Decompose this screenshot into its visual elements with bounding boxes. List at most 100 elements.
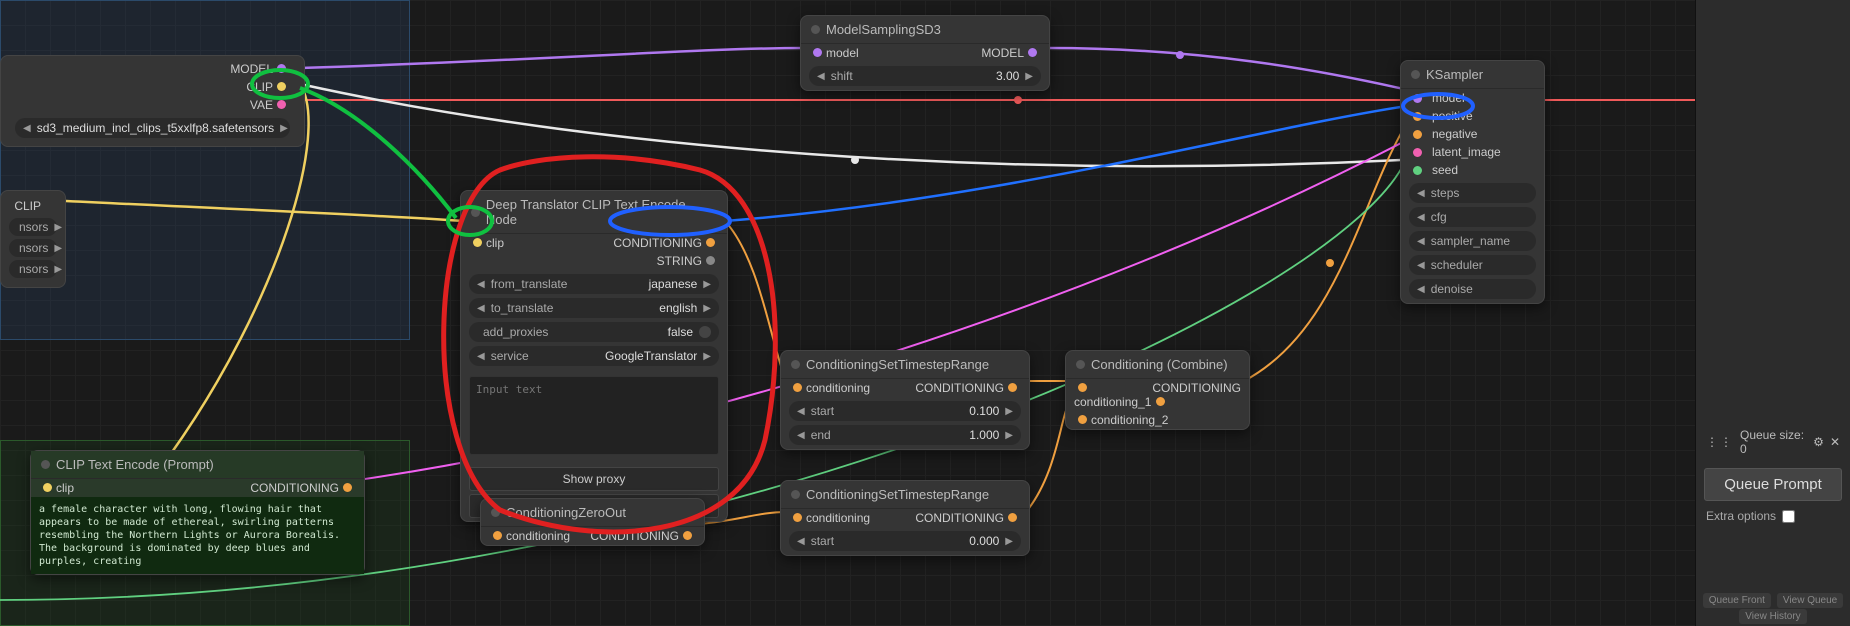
shift-widget[interactable]: ◀ shift 3.00 ▶ <box>809 66 1041 86</box>
port-model-out[interactable] <box>277 64 286 73</box>
clip-frag-w3[interactable]: nsors▶ <box>9 260 57 278</box>
chevron-left-icon[interactable]: ◀ <box>1417 260 1425 271</box>
to-translate-widget[interactable]: ◀ to_translate english ▶ <box>469 298 719 318</box>
port-positive-in[interactable] <box>1413 112 1422 121</box>
chevron-left-icon[interactable]: ◀ <box>1417 284 1425 295</box>
out-vae-label: VAE <box>250 98 273 112</box>
chevron-right-icon[interactable]: ▶ <box>703 279 711 290</box>
port-vae-out[interactable] <box>277 100 286 109</box>
node-title-label: Conditioning (Combine) <box>1091 357 1228 372</box>
sampler-name-widget[interactable]: ◀sampler_name <box>1409 231 1536 251</box>
collapse-icon[interactable] <box>811 25 820 34</box>
collapse-icon[interactable] <box>791 360 800 369</box>
chevron-left-icon[interactable]: ◀ <box>817 71 825 82</box>
port-conditioning-out[interactable] <box>1156 397 1165 406</box>
start-widget[interactable]: ◀ start 0.100 ▶ <box>789 401 1021 421</box>
chevron-left-icon[interactable]: ◀ <box>23 123 31 134</box>
steps-widget[interactable]: ◀steps <box>1409 183 1536 203</box>
service-widget[interactable]: ◀ service GoogleTranslator ▶ <box>469 346 719 366</box>
port-conditioning-out[interactable] <box>683 531 692 540</box>
node-ksampler[interactable]: KSampler model positive negative latent_… <box>1400 60 1545 304</box>
scheduler-widget[interactable]: ◀scheduler <box>1409 255 1536 275</box>
port-clip-in[interactable] <box>43 483 52 492</box>
collapse-icon[interactable] <box>1411 70 1420 79</box>
node-model-sampling-sd3[interactable]: ModelSamplingSD3 model MODEL ◀ shift 3.0… <box>800 15 1050 91</box>
chevron-left-icon[interactable]: ◀ <box>1417 188 1425 199</box>
chevron-right-icon[interactable]: ▶ <box>1025 71 1033 82</box>
toggle-off-icon[interactable] <box>699 326 711 338</box>
chevron-left-icon[interactable]: ◀ <box>477 351 485 362</box>
chevron-left-icon[interactable]: ◀ <box>1417 212 1425 223</box>
chevron-right-icon[interactable]: ▶ <box>703 303 711 314</box>
node-cond-set-timestep-range-1[interactable]: ConditioningSetTimestepRange conditionin… <box>780 350 1030 450</box>
port-conditioning-in[interactable] <box>493 531 502 540</box>
start-widget[interactable]: ◀ start 0.000 ▶ <box>789 531 1021 551</box>
chevron-right-icon[interactable]: ▶ <box>54 243 62 254</box>
chevron-right-icon[interactable]: ▶ <box>54 222 62 233</box>
port-clip-out[interactable] <box>277 82 286 91</box>
node-title-label: ConditioningSetTimestepRange <box>806 357 989 372</box>
chevron-right-icon[interactable]: ▶ <box>54 264 62 275</box>
extra-options-checkbox[interactable] <box>1782 510 1795 523</box>
port-conditioning1-in[interactable] <box>1078 383 1087 392</box>
port-negative-in[interactable] <box>1413 130 1422 139</box>
collapse-icon[interactable] <box>1076 360 1085 369</box>
port-conditioning-out[interactable] <box>343 483 352 492</box>
queue-prompt-button[interactable]: Queue Prompt <box>1704 468 1842 501</box>
collapse-icon[interactable] <box>491 508 500 517</box>
node-clip-fragment[interactable]: CLIP nsors▶ nsors▶ nsors▶ <box>0 190 66 288</box>
port-conditioning2-in[interactable] <box>1078 415 1087 424</box>
port-seed-in[interactable] <box>1413 166 1422 175</box>
collapse-icon[interactable] <box>41 460 50 469</box>
drag-handle-icon[interactable]: ⋮⋮ <box>1706 435 1734 449</box>
chevron-left-icon[interactable]: ◀ <box>1417 236 1425 247</box>
chevron-right-icon[interactable]: ▶ <box>1005 406 1013 417</box>
view-queue-button[interactable]: View Queue <box>1777 593 1843 608</box>
node-conditioning-combine[interactable]: Conditioning (Combine) conditioning_1 CO… <box>1065 350 1250 430</box>
end-widget[interactable]: ◀ end 1.000 ▶ <box>789 425 1021 445</box>
chevron-right-icon[interactable]: ▶ <box>703 351 711 362</box>
add-proxies-widget[interactable]: add_proxies false <box>469 322 719 342</box>
prompt-textarea[interactable]: a female character with long, flowing ha… <box>31 497 364 574</box>
collapse-icon[interactable] <box>471 208 480 217</box>
node-deep-translator-clip-encode[interactable]: Deep Translator CLIP Text Encode Node cl… <box>460 190 728 522</box>
port-latent-image-in[interactable] <box>1413 148 1422 157</box>
collapse-icon[interactable] <box>791 490 800 499</box>
clip-frag-w1[interactable]: nsors▶ <box>9 218 57 236</box>
port-conditioning-in[interactable] <box>793 383 802 392</box>
translator-text-input[interactable] <box>469 376 719 455</box>
chevron-left-icon[interactable]: ◀ <box>797 430 805 441</box>
denoise-widget[interactable]: ◀denoise <box>1409 279 1536 299</box>
close-icon[interactable]: ✕ <box>1830 435 1840 449</box>
port-string-out[interactable] <box>706 256 715 265</box>
port-clip-in[interactable] <box>473 238 482 247</box>
port-model-in[interactable] <box>1413 94 1422 103</box>
extra-options-label: Extra options <box>1706 509 1776 523</box>
chevron-left-icon[interactable]: ◀ <box>477 303 485 314</box>
queue-front-button[interactable]: Queue Front <box>1703 593 1771 608</box>
group-blue[interactable] <box>0 0 410 340</box>
show-proxy-button[interactable]: Show proxy <box>469 467 719 491</box>
chevron-left-icon[interactable]: ◀ <box>797 406 805 417</box>
port-conditioning-in[interactable] <box>793 513 802 522</box>
port-conditioning-out[interactable] <box>706 238 715 247</box>
ckpt-widget[interactable]: ◀ sd3_medium_incl_clips_t5xxlfp8.safeten… <box>15 118 290 138</box>
port-conditioning-out[interactable] <box>1008 383 1017 392</box>
chevron-right-icon[interactable]: ▶ <box>1005 536 1013 547</box>
gear-icon[interactable]: ⚙ <box>1813 435 1824 449</box>
port-model-in[interactable] <box>813 48 822 57</box>
chevron-left-icon[interactable]: ◀ <box>477 279 485 290</box>
chevron-right-icon[interactable]: ▶ <box>280 123 288 134</box>
port-conditioning-out[interactable] <box>1008 513 1017 522</box>
from-translate-widget[interactable]: ◀ from_translate japanese ▶ <box>469 274 719 294</box>
node-cond-set-timestep-range-2[interactable]: ConditioningSetTimestepRange conditionin… <box>780 480 1030 556</box>
port-model-out[interactable] <box>1028 48 1037 57</box>
view-history-button[interactable]: View History <box>1739 609 1806 624</box>
cfg-widget[interactable]: ◀cfg <box>1409 207 1536 227</box>
node-conditioning-zero-out[interactable]: ConditioningZeroOut conditioning CONDITI… <box>480 498 705 546</box>
chevron-right-icon[interactable]: ▶ <box>1005 430 1013 441</box>
chevron-left-icon[interactable]: ◀ <box>797 536 805 547</box>
node-clip-text-encode-prompt[interactable]: CLIP Text Encode (Prompt) clip CONDITION… <box>30 450 365 575</box>
node-checkpoint-loader-fragment[interactable]: MODEL CLIP VAE ◀ sd3_medium_incl_clips_t… <box>0 55 305 147</box>
clip-frag-w2[interactable]: nsors▶ <box>9 239 57 257</box>
